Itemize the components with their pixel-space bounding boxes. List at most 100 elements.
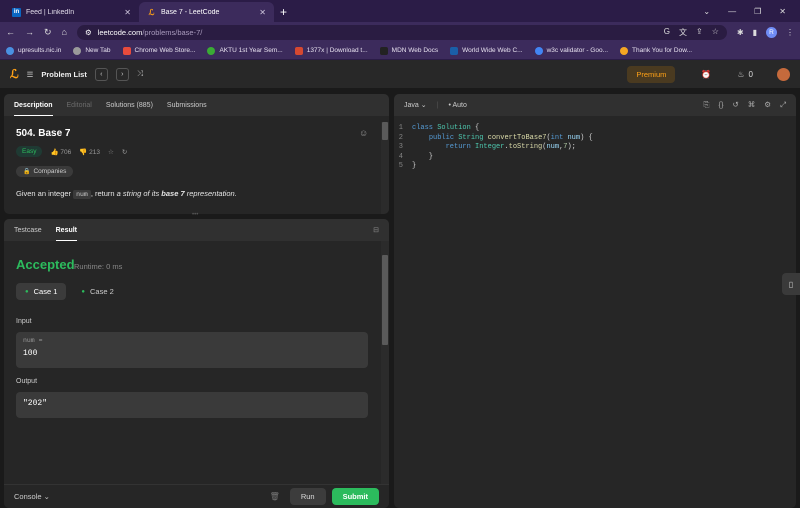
- prev-problem-button[interactable]: ‹: [95, 68, 108, 81]
- premium-button[interactable]: Premium: [627, 66, 675, 83]
- forward-icon[interactable]: →: [25, 27, 34, 37]
- bookmark-item[interactable]: New Tab: [73, 47, 110, 55]
- streak-counter[interactable]: ♨0: [737, 70, 753, 79]
- braces-icon[interactable]: {}: [718, 100, 723, 110]
- companies-badge[interactable]: 🔒Companies: [16, 166, 73, 177]
- linkedin-icon: in: [12, 8, 21, 17]
- bookmark-item[interactable]: upresults.nic.in: [6, 47, 61, 55]
- timer-icon[interactable]: ⏰: [701, 70, 711, 79]
- notes-icon[interactable]: ▯: [782, 273, 800, 295]
- user-avatar[interactable]: [777, 68, 790, 81]
- code-line: 1class Solution {: [394, 124, 593, 134]
- chevron-down-icon[interactable]: ⌄: [703, 7, 710, 16]
- language-selector[interactable]: Java ⌄: [404, 101, 427, 109]
- bookmark-icon[interactable]: ⎘: [703, 100, 709, 110]
- menu-icon[interactable]: ⋮: [786, 28, 794, 37]
- close-icon[interactable]: ✕: [259, 8, 266, 17]
- divider: |: [437, 102, 439, 109]
- dislike-button[interactable]: 👎 213: [79, 148, 100, 156]
- bookmark-item[interactable]: AKTU 1st Year Sem...: [207, 47, 282, 55]
- shuffle-icon[interactable]: ⤨: [137, 69, 143, 79]
- translate-icon[interactable]: 文: [679, 27, 687, 38]
- trash-icon[interactable]: 🗑: [270, 492, 280, 501]
- problem-list-link[interactable]: Problem List: [41, 70, 86, 79]
- share-icon[interactable]: ⇪: [696, 27, 703, 38]
- list-icon[interactable]: ☰: [27, 70, 34, 79]
- profile-avatar[interactable]: R: [766, 27, 777, 38]
- editor-toolbar: Java ⌄ | • Auto ⎘ {} ↺ ⌘ ⚙ ⤢: [394, 94, 796, 116]
- bookmark-item[interactable]: Chrome Web Store...: [123, 47, 196, 55]
- minimize-icon[interactable]: —: [728, 7, 736, 16]
- workspace: Description Editorial Solutions (885) Su…: [0, 88, 800, 425]
- star-icon[interactable]: ☆: [108, 148, 114, 156]
- bookmark-icon: [6, 47, 14, 55]
- close-window-icon[interactable]: ✕: [779, 7, 786, 16]
- window-controls: ⌄ — ❐ ✕: [703, 0, 800, 22]
- tab-description[interactable]: Description: [14, 94, 53, 116]
- comment-icon[interactable]: ☺: [359, 128, 368, 138]
- problem-title: 504. Base 7: [16, 128, 71, 139]
- code-area[interactable]: 1class Solution { 2 public String conver…: [394, 124, 593, 172]
- pass-dot-icon: ●: [25, 289, 29, 295]
- tab-submissions[interactable]: Submissions: [167, 94, 207, 116]
- back-icon[interactable]: ←: [6, 27, 15, 37]
- bookmark-label: Chrome Web Store...: [135, 47, 196, 54]
- tab-title: Feed | LinkedIn: [26, 9, 119, 16]
- like-button[interactable]: 👍 706: [50, 148, 71, 156]
- console-button[interactable]: Console ⌄: [14, 492, 50, 501]
- settings-icon[interactable]: ⚙: [764, 100, 771, 110]
- result-panel: Testcase Result ⊟ Accepted Runtime: 0 ms…: [4, 219, 389, 508]
- tab-solutions[interactable]: Solutions (885): [106, 94, 153, 116]
- line-number: 4: [394, 153, 412, 163]
- description-tabs: Description Editorial Solutions (885) Su…: [4, 94, 389, 116]
- maximize-icon[interactable]: ❐: [754, 7, 761, 16]
- result-status: Accepted: [16, 257, 75, 272]
- drag-handle-icon[interactable]: •••: [192, 212, 198, 218]
- browser-tab-strip: in Feed | LinkedIn ✕ ℒ Base 7 - LeetCode…: [0, 0, 800, 22]
- bookmark-item[interactable]: w3c validator - Goo...: [535, 47, 608, 55]
- streak-count: 0: [749, 70, 753, 79]
- url-path: /problems/base-7/: [142, 28, 202, 37]
- bookmark-label: 1377x | Download t...: [307, 47, 368, 54]
- new-tab-button[interactable]: +: [280, 2, 287, 22]
- description-panel: Description Editorial Solutions (885) Su…: [4, 94, 389, 214]
- description-scrollbar[interactable]: [381, 122, 389, 214]
- side-panel-icon[interactable]: ▮: [753, 28, 757, 37]
- bookmarks-bar: upresults.nic.in New Tab Chrome Web Stor…: [0, 42, 800, 60]
- like-count: 706: [60, 149, 71, 156]
- share-icon[interactable]: ↻: [122, 148, 127, 156]
- line-number: 5: [394, 162, 412, 172]
- tab-result[interactable]: Result: [56, 219, 77, 241]
- command-icon[interactable]: ⌘: [748, 100, 756, 110]
- case-1-tab[interactable]: ●Case 1: [16, 283, 66, 300]
- tab-editorial[interactable]: Editorial: [67, 94, 92, 116]
- address-bar[interactable]: ⚙ leetcode.com/problems/base-7/ G 文 ⇪ ☆: [77, 25, 727, 40]
- google-icon[interactable]: G: [664, 27, 670, 38]
- site-info-icon[interactable]: ⚙: [85, 28, 92, 37]
- browser-tab-leetcode[interactable]: ℒ Base 7 - LeetCode ✕: [139, 2, 274, 22]
- close-icon[interactable]: ✕: [124, 8, 131, 17]
- next-problem-button[interactable]: ›: [116, 68, 129, 81]
- case-2-tab[interactable]: ●Case 2: [72, 283, 122, 300]
- browser-tab-linkedin[interactable]: in Feed | LinkedIn ✕: [4, 2, 139, 22]
- bookmark-item[interactable]: Thank You for Dow...: [620, 47, 692, 55]
- reload-icon[interactable]: ↻: [44, 27, 52, 38]
- bookmark-item[interactable]: World Wide Web C...: [450, 47, 522, 55]
- dislike-count: 213: [89, 149, 100, 156]
- expand-icon[interactable]: ⊟: [373, 226, 379, 234]
- home-icon[interactable]: ⌂: [62, 27, 67, 37]
- tab-testcase[interactable]: Testcase: [14, 219, 42, 241]
- result-scrollbar[interactable]: [381, 241, 389, 484]
- fullscreen-icon[interactable]: ⤢: [780, 100, 786, 110]
- mode-selector[interactable]: • Auto: [448, 102, 466, 109]
- leetcode-logo-icon[interactable]: ℒ: [10, 67, 19, 81]
- run-button[interactable]: Run: [290, 488, 326, 505]
- submit-button[interactable]: Submit: [332, 488, 379, 505]
- bookmark-label: upresults.nic.in: [18, 47, 61, 54]
- star-icon[interactable]: ☆: [712, 27, 719, 38]
- extensions-icon[interactable]: ✱: [737, 28, 744, 37]
- reset-icon[interactable]: ↺: [732, 100, 738, 110]
- case-tabs: ●Case 1 ●Case 2: [16, 283, 123, 300]
- bookmark-item[interactable]: MDN Web Docs: [380, 47, 438, 55]
- bookmark-item[interactable]: 1377x | Download t...: [295, 47, 368, 55]
